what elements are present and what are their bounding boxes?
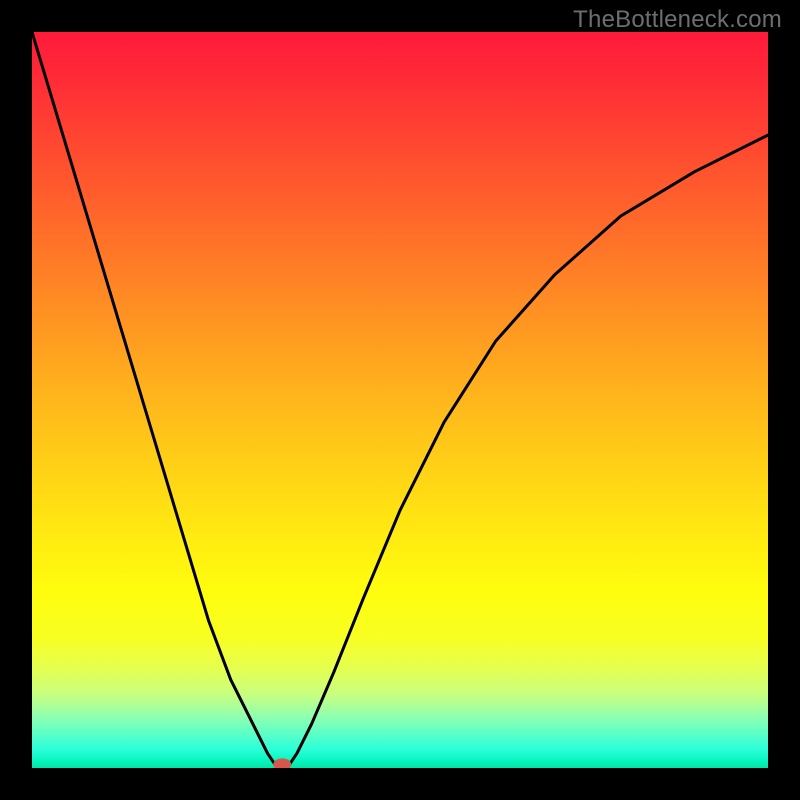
source-credit: TheBottleneck.com bbox=[573, 6, 782, 34]
curve-layer bbox=[32, 32, 768, 768]
plot-area bbox=[32, 32, 768, 768]
bottleneck-curve-path bbox=[32, 32, 768, 768]
chart-frame: TheBottleneck.com bbox=[0, 0, 800, 800]
marker-dot bbox=[273, 758, 291, 768]
